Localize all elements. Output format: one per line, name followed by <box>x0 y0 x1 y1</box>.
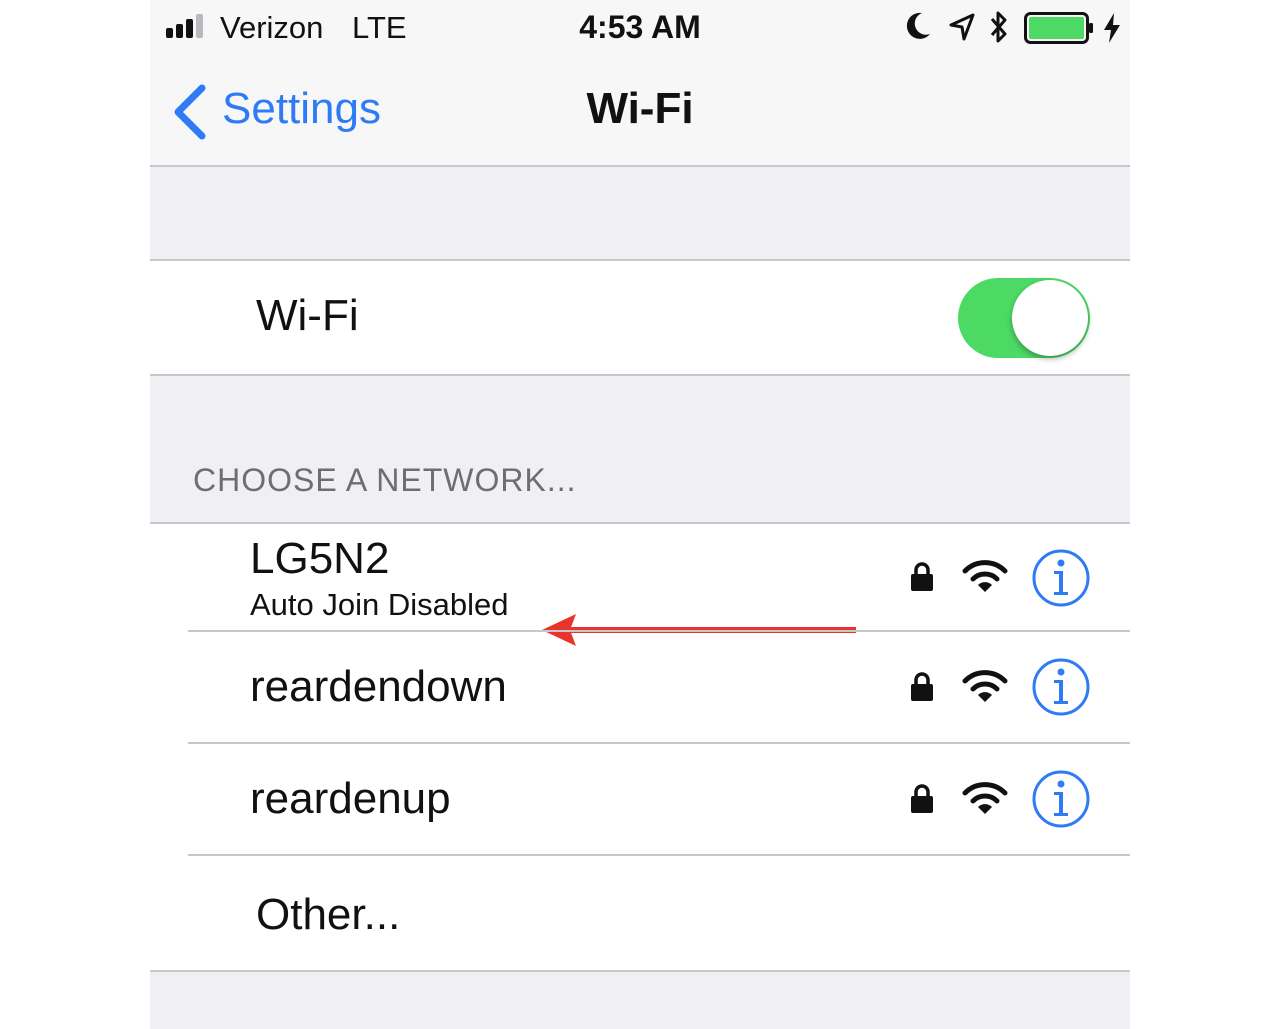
status-time: 4:53 AM <box>579 9 701 45</box>
wifi-signal-icon <box>962 670 1008 702</box>
lock-icon <box>911 784 933 813</box>
top-bar: Verizon LTE 4:53 AM Settings Wi-Fi <box>150 0 1130 167</box>
wifi-settings-screen: Verizon LTE 4:53 AM Settings Wi-Fi Wi-Fi… <box>150 0 1130 1029</box>
wifi-signal-icon <box>962 560 1008 592</box>
lock-icon <box>911 672 933 701</box>
network-subtitle: Auto Join Disabled <box>250 587 509 622</box>
page-title: Wi-Fi <box>586 84 694 133</box>
network-row-reardenup[interactable]: reardenup <box>150 744 1130 856</box>
other-network-row[interactable]: Other... <box>150 856 1130 972</box>
location-arrow-icon <box>949 13 975 41</box>
wifi-toggle-cell: Wi-Fi <box>150 259 1130 376</box>
battery-icon <box>1024 12 1093 44</box>
lock-icon <box>911 562 933 591</box>
network-name: LG5N2 <box>250 534 390 583</box>
other-network-label: Other... <box>256 890 401 939</box>
choose-network-header: CHOOSE A NETWORK... <box>193 462 577 498</box>
wifi-toggle-label: Wi-Fi <box>256 291 359 340</box>
network-name: reardenup <box>250 774 451 823</box>
toggle-knob <box>1012 280 1088 356</box>
network-row-lg5n2[interactable]: LG5N2 Auto Join Disabled <box>150 524 1130 646</box>
status-bar: Verizon LTE 4:53 AM <box>150 0 1130 56</box>
info-button[interactable] <box>1031 548 1091 608</box>
wifi-signal-icon <box>962 782 1008 814</box>
network-name: reardendown <box>250 662 507 711</box>
charging-bolt-icon <box>1104 13 1120 43</box>
network-row-reardendown[interactable]: reardendown <box>150 632 1130 744</box>
info-button[interactable] <box>1031 657 1091 717</box>
bluetooth-icon <box>990 11 1007 43</box>
info-button[interactable] <box>1031 769 1091 829</box>
wifi-toggle-switch[interactable] <box>958 278 1090 358</box>
network-list: LG5N2 Auto Join Disabled reardendown rea… <box>150 522 1130 972</box>
moon-icon <box>906 12 930 39</box>
